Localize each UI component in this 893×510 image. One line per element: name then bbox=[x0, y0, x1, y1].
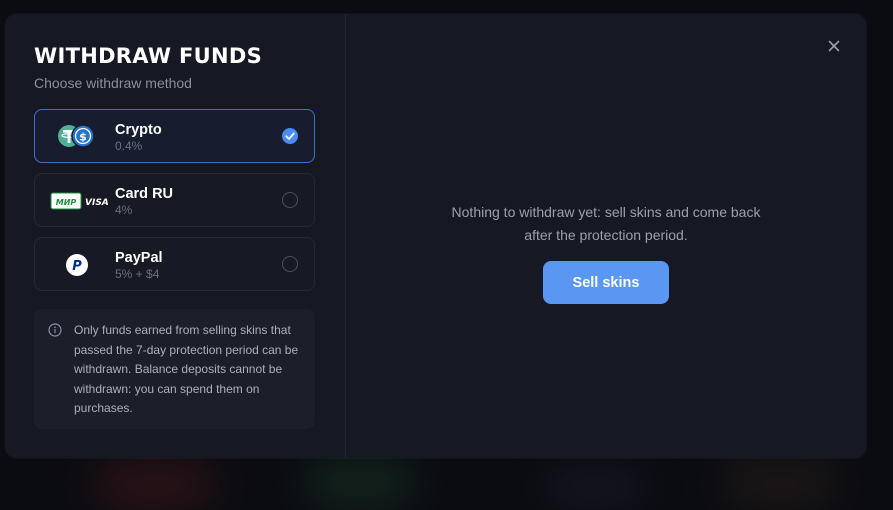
visa-logo: VISA bbox=[85, 198, 109, 208]
method-name: Crypto bbox=[115, 122, 162, 138]
method-fee: 4% bbox=[115, 203, 133, 217]
empty-state-message: Nothing to withdraw yet: sell skins and … bbox=[346, 201, 866, 247]
method-option-paypal[interactable]: P PayPal 5% + $4 bbox=[34, 237, 315, 291]
paypal-logo: P bbox=[72, 259, 82, 274]
method-radio[interactable] bbox=[282, 256, 298, 272]
backdrop-item bbox=[90, 455, 220, 510]
dialog-title: WITHDRAW FUNDS bbox=[34, 44, 262, 68]
svg-text:$: $ bbox=[79, 131, 87, 144]
empty-state-line: Nothing to withdraw yet: sell skins and … bbox=[451, 204, 761, 220]
withdraw-info-box: Only funds earned from selling skins tha… bbox=[34, 309, 315, 429]
paypal-icon: P bbox=[50, 250, 105, 280]
dialog-subtitle: Choose withdraw method bbox=[34, 75, 192, 91]
checkmark-icon bbox=[285, 132, 295, 140]
close-icon[interactable] bbox=[826, 38, 842, 54]
method-radio[interactable] bbox=[282, 192, 298, 208]
method-option-crypto[interactable]: $ Crypto 0.4% bbox=[34, 109, 315, 163]
method-radio-checked[interactable] bbox=[282, 128, 298, 144]
info-text: Only funds earned from selling skins tha… bbox=[74, 323, 299, 415]
withdraw-content-panel: Nothing to withdraw yet: sell skins and … bbox=[346, 14, 866, 458]
tether-usdc-icon: $ bbox=[50, 122, 105, 152]
method-fee: 0.4% bbox=[115, 139, 143, 153]
sell-skins-button[interactable]: Sell skins bbox=[543, 261, 669, 304]
empty-state-line: after the protection period. bbox=[524, 227, 688, 243]
method-option-card-ru[interactable]: МИР VISA Card RU 4% bbox=[34, 173, 315, 227]
method-fee: 5% + $4 bbox=[115, 267, 160, 281]
method-name: PayPal bbox=[115, 250, 163, 266]
info-circle-icon bbox=[48, 323, 62, 337]
mir-visa-icon: МИР VISA bbox=[50, 186, 109, 216]
method-name: Card RU bbox=[115, 186, 174, 202]
backdrop-item bbox=[720, 455, 840, 510]
withdraw-dialog: WITHDRAW FUNDS Choose withdraw method $ … bbox=[5, 14, 866, 458]
withdraw-method-panel: WITHDRAW FUNDS Choose withdraw method $ … bbox=[5, 14, 346, 458]
mir-logo: МИР bbox=[56, 198, 77, 207]
backdrop-item bbox=[300, 455, 420, 510]
backdrop-item bbox=[540, 465, 650, 510]
